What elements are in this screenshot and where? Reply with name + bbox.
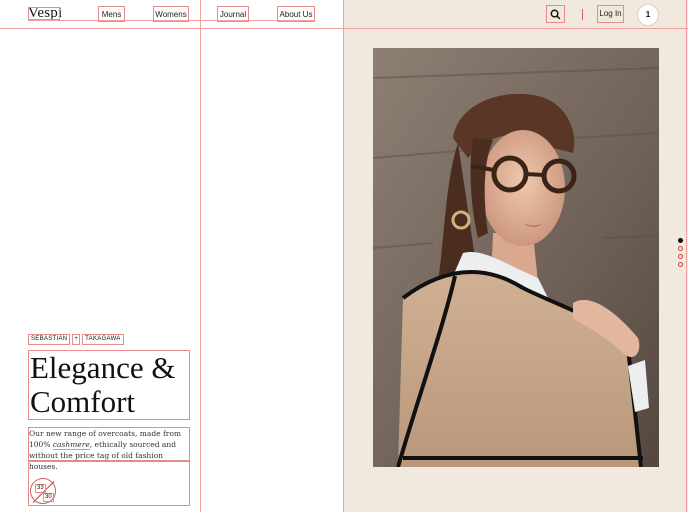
header-divider: [582, 9, 583, 20]
nav-item-womens[interactable]: Womens: [153, 6, 189, 22]
description-emphasis: cashmere: [52, 440, 90, 450]
hero-description: Our new range of overcoats, made from 10…: [28, 427, 190, 471]
slide-counter[interactable]: 33 30: [30, 478, 56, 504]
layout-guide: [686, 0, 687, 512]
headline-line: Comfort: [30, 384, 136, 419]
designer-credits: SEBASTIAN + TAKAGAWA: [28, 334, 124, 345]
login-button[interactable]: Log In: [597, 5, 624, 23]
slide-current: 33: [35, 484, 46, 493]
headline-line: Elegance &: [30, 350, 176, 385]
layout-guide: [200, 0, 201, 512]
search-button[interactable]: [546, 5, 565, 23]
carousel-dot[interactable]: [678, 254, 683, 259]
logo-outline: [28, 7, 60, 20]
designer-name: SEBASTIAN: [28, 334, 71, 345]
hero-photo: [373, 48, 659, 467]
cart-badge-button[interactable]: 1: [637, 4, 659, 26]
nav-item-about-us[interactable]: About Us: [277, 6, 315, 22]
carousel-dots: [678, 238, 684, 270]
designer-name: TAKAGAWA: [82, 334, 124, 345]
carousel-dot[interactable]: [678, 238, 683, 243]
designer-separator: +: [72, 334, 81, 345]
carousel-dot[interactable]: [678, 246, 683, 251]
slide-total: 30: [43, 493, 54, 502]
carousel-dot[interactable]: [678, 262, 683, 267]
search-icon: [550, 9, 561, 19]
layout-guide: [343, 0, 344, 512]
nav-item-journal[interactable]: Journal: [217, 6, 249, 22]
layout-guide: [0, 28, 688, 29]
hero-headline: Elegance & Comfort: [28, 350, 190, 420]
nav-item-mens[interactable]: Mens: [98, 6, 125, 22]
model-portrait-image: [373, 48, 659, 467]
